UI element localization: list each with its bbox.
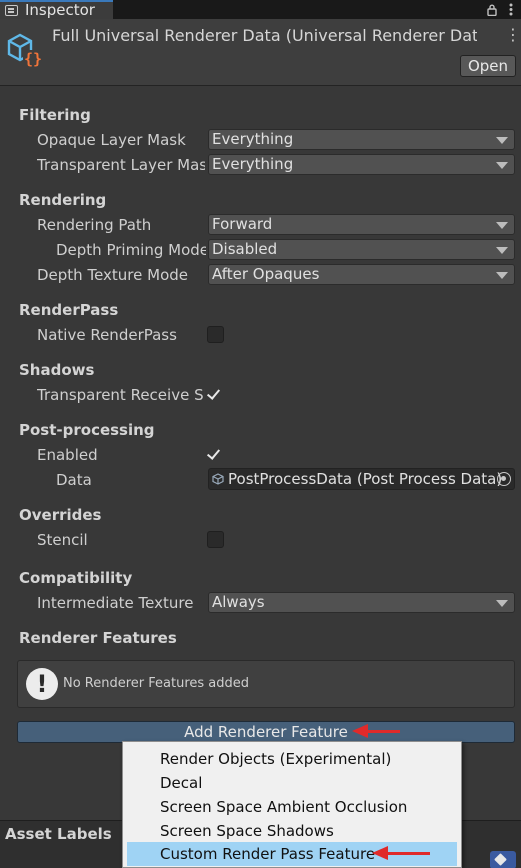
tab-label: Inspector — [25, 1, 95, 19]
intermediate-texture-value: Always — [212, 593, 265, 611]
opaque-layer-mask-value: Everything — [212, 130, 294, 148]
section-renderpass[interactable]: RenderPass — [19, 301, 118, 319]
chevron-down-icon — [496, 137, 508, 144]
header-title: Full Universal Renderer Data (Universal … — [52, 26, 477, 45]
intermediate-texture-dropdown[interactable]: Always — [208, 592, 515, 613]
menu-item-screen-space-shadows[interactable]: Screen Space Shadows — [123, 819, 461, 843]
warning-icon: ! — [26, 668, 58, 700]
post-data-label: Data — [56, 471, 92, 489]
section-shadows[interactable]: Shadows — [19, 361, 94, 379]
checkmark-icon — [206, 446, 221, 460]
inspector-header: {} Full Universal Renderer Data (Univers… — [0, 19, 521, 86]
stencil-checkbox[interactable] — [207, 531, 224, 548]
rendering-path-dropdown[interactable]: Forward — [208, 214, 515, 235]
opaque-layer-mask-dropdown[interactable]: Everything — [208, 129, 515, 150]
chevron-down-icon — [496, 247, 508, 254]
open-button[interactable]: Open — [460, 55, 516, 77]
transparent-layer-mask-value: Everything — [212, 155, 294, 173]
intermediate-texture-label: Intermediate Texture — [37, 594, 194, 612]
lock-icon[interactable] — [487, 4, 497, 16]
opaque-layer-mask-label: Opaque Layer Mask — [37, 131, 186, 149]
chevron-down-icon — [496, 600, 508, 607]
rendering-path-value: Forward — [212, 215, 273, 233]
stencil-label: Stencil — [37, 531, 88, 549]
chevron-down-icon — [496, 222, 508, 229]
section-post-processing[interactable]: Post-processing — [19, 421, 155, 439]
chevron-down-icon — [496, 272, 508, 279]
native-renderpass-label: Native RenderPass — [37, 326, 177, 344]
chevron-down-icon — [496, 162, 508, 169]
header-kebab-icon[interactable]: ⋮ — [505, 27, 521, 43]
section-renderer-features: Renderer Features — [19, 629, 177, 647]
transparent-receive-shadows-checkbox[interactable] — [206, 386, 224, 403]
transparent-layer-mask-label: Transparent Layer Mask — [37, 156, 205, 174]
checkmark-icon — [206, 386, 221, 400]
depth-texture-mode-value: After Opaques — [212, 265, 320, 283]
add-renderer-feature-button[interactable]: Add Renderer Feature — [17, 721, 515, 743]
kebab-menu-icon[interactable] — [509, 3, 513, 16]
rendering-path-label: Rendering Path — [37, 216, 152, 234]
post-process-data-icon — [212, 473, 224, 485]
tag-icon[interactable] — [490, 851, 516, 868]
native-renderpass-checkbox[interactable] — [207, 326, 224, 343]
universal-renderer-data-icon: {} — [7, 33, 43, 68]
transparent-layer-mask-dropdown[interactable]: Everything — [208, 154, 515, 175]
annotation-arrow — [352, 724, 400, 738]
tab-bar: Inspector — [0, 0, 521, 19]
no-features-message: No Renderer Features added — [63, 676, 250, 691]
object-picker-icon[interactable] — [497, 472, 511, 486]
post-data-object-field[interactable]: PostProcessData (Post Process Data) — [208, 468, 515, 490]
depth-priming-mode-value: Disabled — [212, 240, 278, 258]
tab-inspector[interactable]: Inspector — [0, 0, 113, 19]
depth-priming-mode-label: Depth Priming Mode — [56, 241, 206, 259]
post-enabled-checkbox[interactable] — [206, 446, 224, 463]
post-data-value: PostProcessData (Post Process Data) — [228, 470, 503, 488]
menu-item-decal[interactable]: Decal — [123, 771, 461, 795]
add-feature-menu: Render Objects (Experimental) Decal Scre… — [122, 741, 462, 868]
inspector-icon — [5, 5, 18, 16]
asset-labels-title[interactable]: Asset Labels — [5, 825, 112, 843]
annotation-arrow — [372, 846, 430, 860]
depth-texture-mode-dropdown[interactable]: After Opaques — [208, 264, 515, 285]
menu-item-render-objects[interactable]: Render Objects (Experimental) — [123, 747, 461, 771]
depth-texture-mode-label: Depth Texture Mode — [37, 266, 189, 284]
menu-item-ssao[interactable]: Screen Space Ambient Occlusion — [123, 795, 461, 819]
section-rendering[interactable]: Rendering — [19, 191, 106, 209]
section-compatibility[interactable]: Compatibility — [19, 569, 132, 587]
section-overrides[interactable]: Overrides — [19, 506, 101, 524]
depth-priming-mode-dropdown[interactable]: Disabled — [208, 239, 515, 260]
transparent-receive-shadows-label: Transparent Receive Shadows — [37, 386, 205, 404]
post-enabled-label: Enabled — [37, 446, 98, 464]
section-filtering[interactable]: Filtering — [19, 106, 91, 124]
no-features-help-box: ! No Renderer Features added — [17, 660, 515, 708]
svg-text:{}: {} — [24, 50, 42, 68]
tab-tools — [487, 0, 521, 19]
